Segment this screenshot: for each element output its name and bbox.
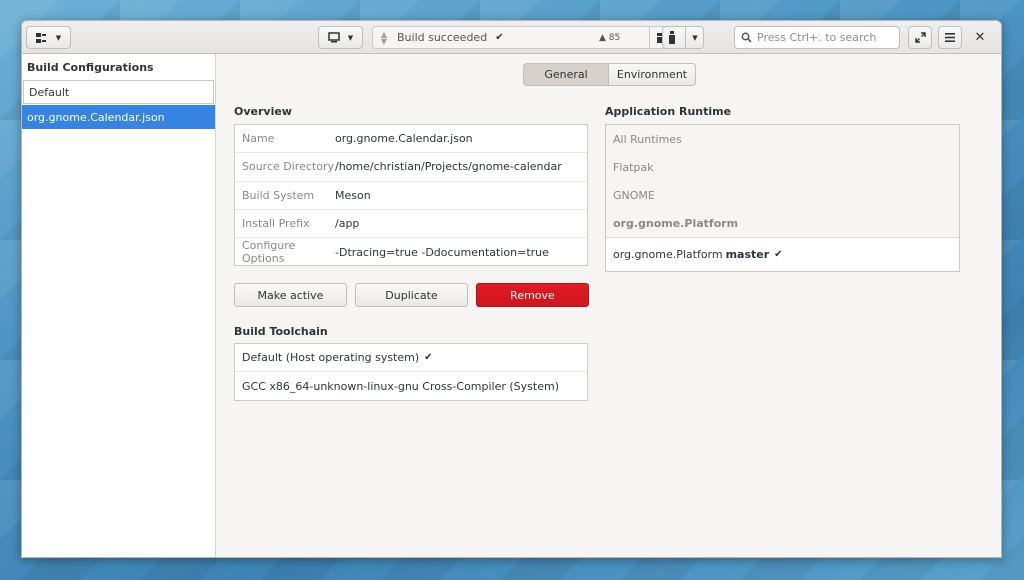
runtime-item-platform-master[interactable]: org.gnome.Platform master ✔ <box>606 238 959 271</box>
row-key: Name <box>242 132 275 146</box>
runtime-item-flatpak[interactable]: Flatpak <box>606 153 959 182</box>
fullscreen-button[interactable] <box>908 26 932 49</box>
sidebar-item-label: Default <box>29 85 70 99</box>
overview-list: Name org.gnome.Calendar.json Source Dire… <box>234 124 588 266</box>
runtime-label: Flatpak <box>613 160 654 174</box>
sidebar-title: Build Configurations <box>27 61 154 74</box>
run-button-group[interactable]: ▼ <box>662 26 704 49</box>
toolchain-label: Default (Host operating system) <box>242 351 420 364</box>
chevron-down-icon: ▼ <box>55 33 62 42</box>
row-value: /home/christian/Projects/gnome-calendar <box>335 160 562 174</box>
runtime-item-platform[interactable]: org.gnome.Platform <box>606 209 959 239</box>
build-configurations-sidebar: Build Configurations Default org.gnome.C… <box>22 54 216 557</box>
row-key: Build System <box>242 188 315 202</box>
perspective-menu-button[interactable]: ▼ <box>26 26 71 49</box>
builder-window: ▼ ▼ ▲ ▼ Build succeeded ✔ ▲ 85 ▼ Press C… <box>21 20 1002 558</box>
runtime-label: All Runtimes <box>613 132 682 146</box>
duplicate-button[interactable]: Duplicate <box>355 283 468 307</box>
view-switcher: General Environment <box>523 63 696 86</box>
sidebar-item-label: org.gnome.Calendar.json <box>27 110 165 124</box>
computer-icon <box>328 32 340 43</box>
checkmark-icon: ✔ <box>424 352 433 363</box>
runtime-heading: Application Runtime <box>605 105 732 118</box>
close-button[interactable]: ✕ <box>968 26 992 49</box>
button-label: Make active <box>257 288 324 302</box>
tab-label: General <box>544 68 588 81</box>
overview-row-source-directory[interactable]: Source Directory /home/christian/Project… <box>235 153 587 182</box>
close-icon: ✕ <box>974 30 986 45</box>
fullscreen-icon <box>914 32 926 43</box>
runtime-branch: master <box>725 247 770 261</box>
perspective-icon <box>35 32 48 43</box>
runtime-label: org.gnome.Platform <box>613 217 739 231</box>
sidebar-item-default[interactable]: Default <box>23 80 214 104</box>
build-status-text: Build succeeded <box>397 31 488 44</box>
runtime-list: All Runtimes Flatpak GNOME org.gnome.Pla… <box>605 124 960 272</box>
runtime-label: org.gnome.Platform <box>613 247 723 261</box>
warning-icon: ▲ <box>599 32 606 43</box>
checkmark-icon: ✔ <box>495 32 504 43</box>
search-entry[interactable]: Press Ctrl+. to search <box>734 26 900 49</box>
search-placeholder: Press Ctrl+. to search <box>757 31 877 44</box>
device-menu-button[interactable]: ▼ <box>318 26 363 49</box>
row-value: -Dtracing=true -Ddocumentation=true <box>335 245 549 259</box>
toolchain-list: Default (Host operating system) ✔ GCC x8… <box>234 343 588 401</box>
button-label: Duplicate <box>385 288 438 302</box>
main-menu-button[interactable] <box>938 26 962 49</box>
runtime-item-gnome[interactable]: GNOME <box>606 181 959 210</box>
warning-count: 85 <box>608 32 621 43</box>
tab-environment[interactable]: Environment <box>609 63 696 86</box>
toolchain-item-gcc[interactable]: GCC x86_64-unknown-linux-gnu Cross-Compi… <box>235 372 587 400</box>
search-icon <box>741 32 752 43</box>
row-key: Configure Options <box>242 239 296 266</box>
row-key: Source Directory <box>242 160 334 174</box>
chevron-down-icon: ▼ <box>347 33 354 42</box>
toolchain-heading: Build Toolchain <box>234 325 328 338</box>
run-icon <box>668 31 676 44</box>
row-value: /app <box>335 217 360 231</box>
overview-heading: Overview <box>234 105 292 118</box>
checkmark-icon: ✔ <box>774 248 783 260</box>
overview-row-build-system[interactable]: Build System Meson <box>235 182 587 210</box>
toolchain-item-default[interactable]: Default (Host operating system) ✔ <box>235 344 587 372</box>
warnings-indicator[interactable]: ▲ 85 <box>599 33 620 43</box>
hamburger-icon <box>945 33 955 42</box>
button-label: Remove <box>510 288 555 302</box>
chevron-down-icon: ▼ <box>692 33 698 42</box>
toolchain-label: GCC x86_64-unknown-linux-gnu Cross-Compi… <box>242 379 559 393</box>
overview-row-configure-options[interactable]: Configure Options -Dtracing=true -Ddocum… <box>235 238 587 266</box>
make-active-button[interactable]: Make active <box>234 283 347 307</box>
runtime-label: GNOME <box>613 189 655 203</box>
row-key: Install Prefix <box>242 217 310 231</box>
build-status-bar[interactable]: ▲ ▼ Build succeeded ✔ ▲ 85 <box>372 26 676 49</box>
overview-row-name[interactable]: Name org.gnome.Calendar.json <box>235 125 587 154</box>
runtime-item-all[interactable]: All Runtimes <box>606 125 959 154</box>
row-value: Meson <box>335 188 371 202</box>
header-bar: ▼ ▼ ▲ ▼ Build succeeded ✔ ▲ 85 ▼ Press C… <box>22 21 1001 54</box>
pulse-arrows-icon: ▲ ▼ <box>380 29 388 46</box>
row-value: org.gnome.Calendar.json <box>335 132 473 146</box>
tab-label: Environment <box>616 68 688 81</box>
remove-button[interactable]: Remove <box>476 283 589 307</box>
overview-row-install-prefix[interactable]: Install Prefix /app <box>235 210 587 239</box>
sidebar-item-calendar[interactable]: org.gnome.Calendar.json <box>22 105 215 129</box>
tab-general[interactable]: General <box>523 63 609 86</box>
